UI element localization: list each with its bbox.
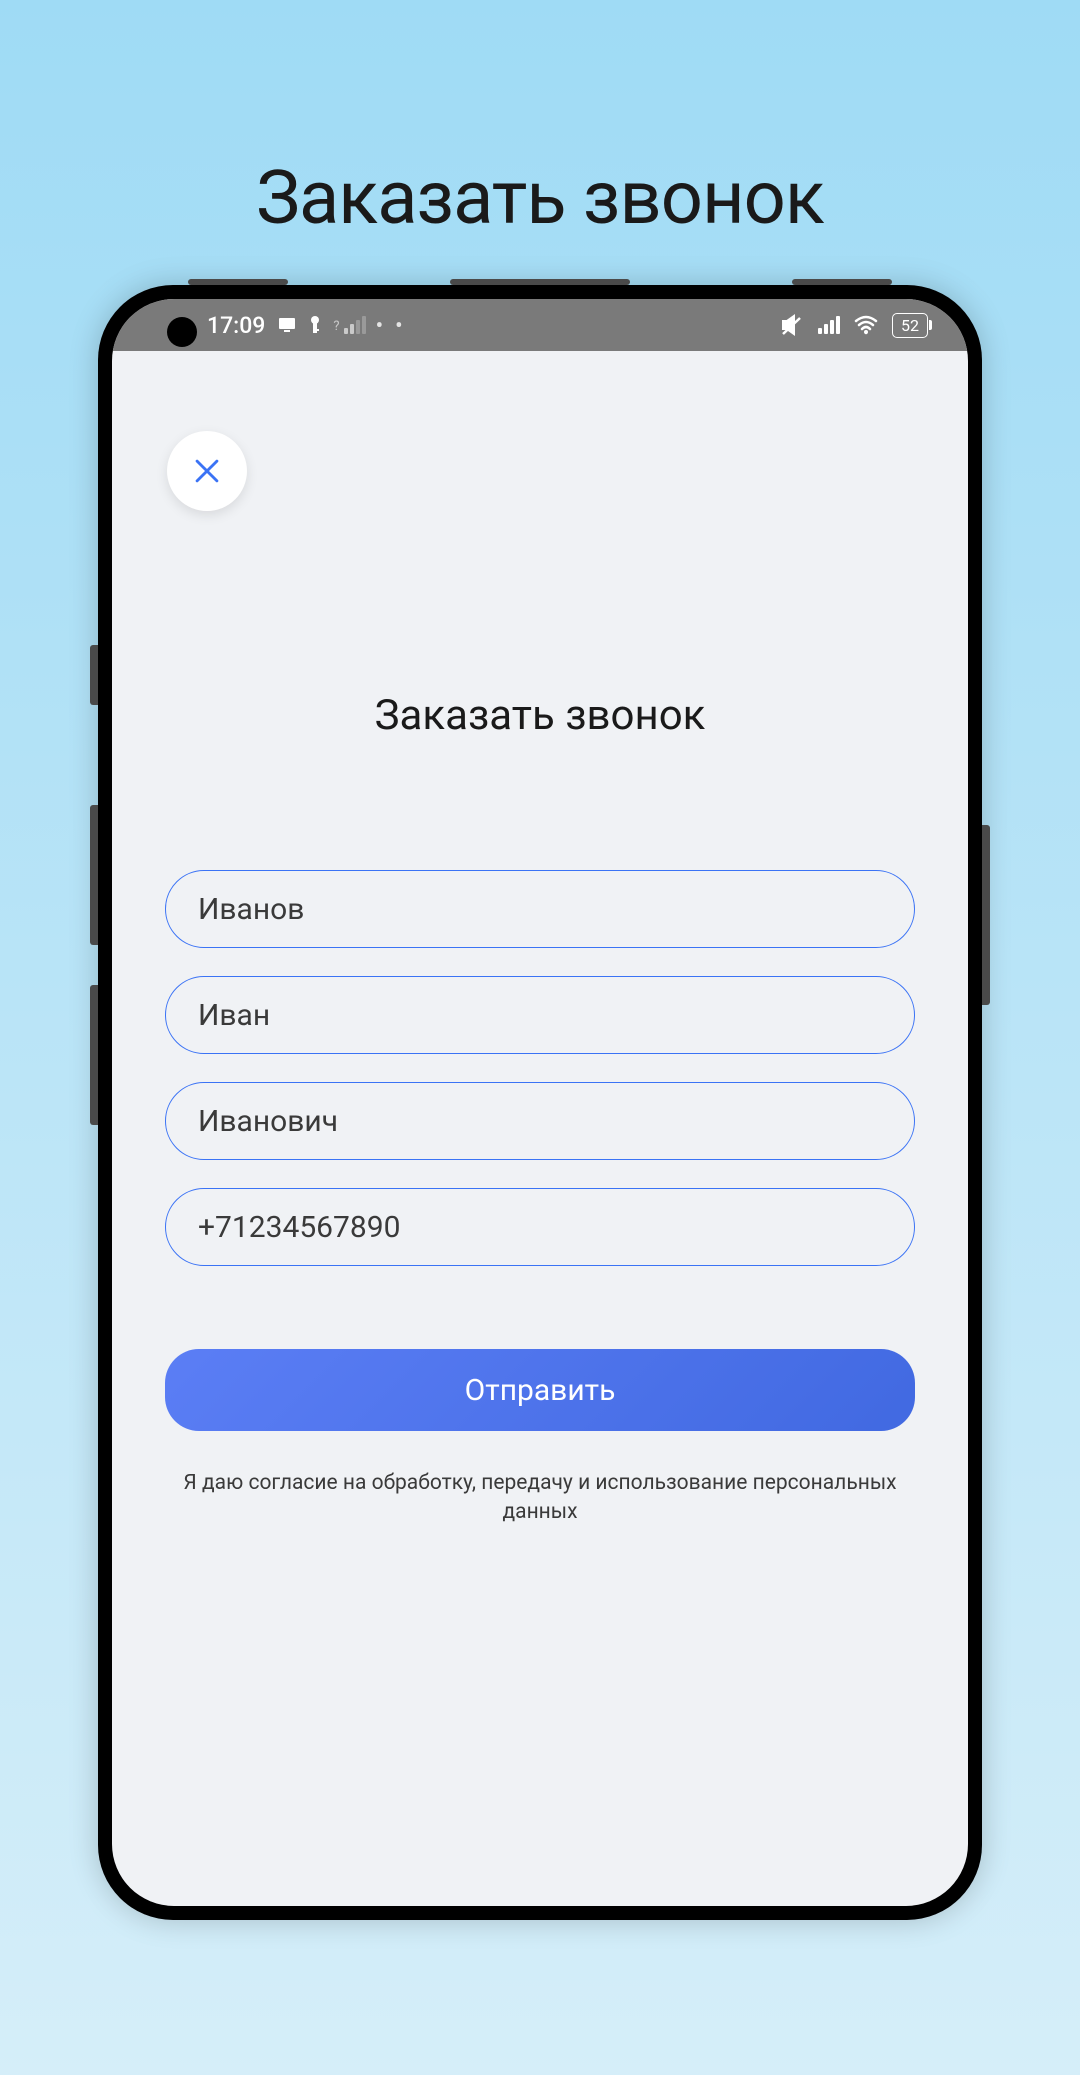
phone-volume-up-button (90, 805, 98, 945)
patronymic-input[interactable] (165, 1082, 915, 1160)
phone-power-button (982, 825, 990, 1005)
wifi-icon (854, 315, 878, 335)
phone-volume-down-button (90, 985, 98, 1125)
mute-icon (780, 314, 804, 336)
last-name-input[interactable] (165, 870, 915, 948)
status-bar-right: 52 (780, 313, 928, 338)
signal-weak-icon: ? (333, 316, 365, 334)
phone-frame: 17:09 ? (98, 285, 982, 1920)
status-dots: • • (376, 312, 406, 339)
status-bar: 17:09 ? (112, 299, 968, 351)
key-icon (307, 315, 323, 335)
status-icons-left: ? • • (277, 312, 405, 339)
status-time: 17:09 (207, 312, 265, 339)
camera-hole (167, 317, 197, 347)
form-title: Заказать звонок (157, 691, 923, 740)
battery-icon: 52 (892, 313, 928, 338)
first-name-input[interactable] (165, 976, 915, 1054)
phone-notch-left (188, 279, 288, 285)
signal-icon (818, 316, 840, 334)
page-title: Заказать звонок (0, 155, 1080, 242)
app-content: Заказать звонок Отправить Я даю согласие… (112, 351, 968, 1528)
battery-level: 52 (901, 316, 919, 335)
phone-notch (450, 279, 630, 285)
phone-screen: 17:09 ? (112, 299, 968, 1906)
close-button[interactable] (167, 431, 247, 511)
phone-side-button (90, 645, 98, 705)
close-icon (190, 454, 224, 488)
phone-input[interactable] (165, 1188, 915, 1266)
form-fields: Отправить (157, 870, 923, 1431)
consent-text: Я даю согласие на обработку, передачу и … (157, 1469, 923, 1528)
phone-notch-right (792, 279, 892, 285)
submit-button[interactable]: Отправить (165, 1349, 915, 1431)
monitor-icon (277, 316, 297, 334)
status-bar-left: 17:09 ? (182, 312, 406, 339)
